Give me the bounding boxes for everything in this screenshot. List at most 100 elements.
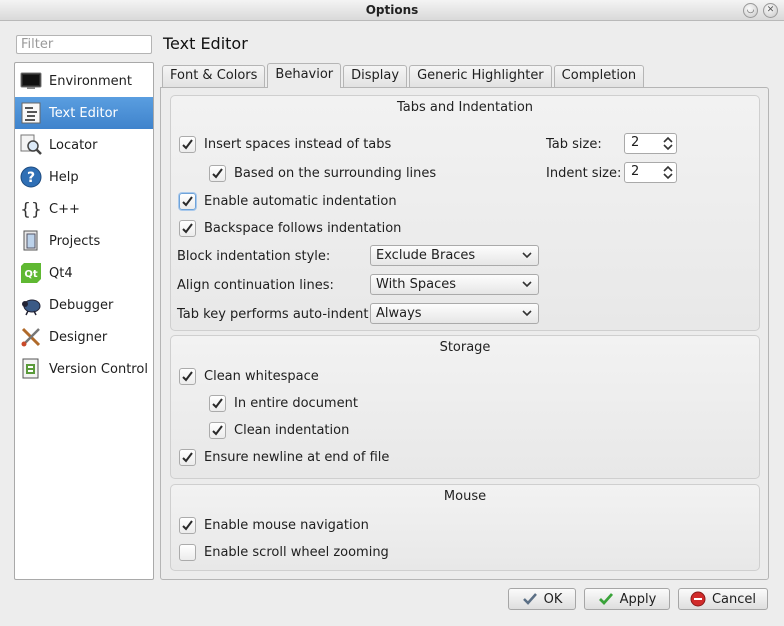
sidebar-item-designer[interactable]: Designer bbox=[15, 321, 153, 353]
scroll-zoom-checkbox[interactable] bbox=[179, 543, 196, 561]
continuation-dropdown[interactable]: With Spaces bbox=[370, 274, 539, 295]
insert-spaces-checkbox[interactable] bbox=[179, 135, 196, 153]
sidebar-item-locator[interactable]: Locator bbox=[15, 129, 153, 161]
clean-indentation-checkbox[interactable] bbox=[209, 421, 226, 439]
monitor-icon bbox=[19, 69, 43, 93]
insert-spaces-label: Insert spaces instead of tabs bbox=[204, 136, 392, 152]
svg-text:Qt: Qt bbox=[24, 269, 38, 280]
magnifier-icon bbox=[19, 133, 43, 157]
entire-document-checkbox[interactable] bbox=[209, 394, 226, 412]
backspace-indent-label: Backspace follows indentation bbox=[204, 220, 402, 236]
indent-size-label: Indent size: bbox=[546, 165, 622, 181]
storage-group: Storage Clean whitespace In entire docum… bbox=[170, 335, 760, 479]
tab-size-label: Tab size: bbox=[546, 136, 602, 152]
tab-behavior[interactable]: Behavior bbox=[267, 63, 342, 88]
sidebar-item-version-control[interactable]: Version Control bbox=[15, 353, 153, 385]
mouse-navigation-label: Enable mouse navigation bbox=[204, 517, 369, 533]
ok-label: OK bbox=[543, 591, 563, 607]
checkmark-icon bbox=[182, 370, 193, 382]
group-title: Mouse bbox=[443, 489, 487, 504]
checkmark-icon bbox=[212, 167, 223, 179]
insert-spaces-row: Insert spaces instead of tabs bbox=[179, 134, 391, 154]
svg-text:{}: {} bbox=[20, 200, 42, 220]
based-on-surrounding-row: Based on the surrounding lines bbox=[209, 163, 436, 183]
checkmark-icon bbox=[182, 222, 193, 234]
apply-button[interactable]: Apply bbox=[584, 588, 670, 610]
tab-bar: Font & Colors Behavior Display Generic H… bbox=[162, 63, 646, 88]
clean-indentation-row: Clean indentation bbox=[209, 420, 349, 440]
based-on-surrounding-label: Based on the surrounding lines bbox=[234, 165, 437, 181]
clean-indentation-label: Clean indentation bbox=[234, 422, 350, 438]
cancel-label: Cancel bbox=[711, 591, 757, 607]
auto-indent-label: Enable automatic indentation bbox=[204, 193, 397, 209]
auto-indent-row: Enable automatic indentation bbox=[179, 191, 397, 211]
spin-arrows-icon bbox=[663, 136, 673, 151]
designer-brush-icon bbox=[19, 325, 43, 349]
tab-key-label: Tab key performs auto-indent: bbox=[177, 306, 373, 322]
sidebar-item-help[interactable]: ? Help bbox=[15, 161, 153, 193]
auto-indent-checkbox[interactable] bbox=[179, 192, 196, 210]
entire-document-row: In entire document bbox=[209, 393, 358, 413]
minimize-icon[interactable]: ◡ bbox=[743, 3, 758, 18]
behavior-panel: Tabs and Indentation Insert spaces inste… bbox=[160, 87, 769, 580]
sidebar-item-environment[interactable]: Environment bbox=[15, 65, 153, 97]
filter-input[interactable] bbox=[16, 35, 152, 54]
ensure-newline-checkbox[interactable] bbox=[179, 448, 196, 466]
entire-document-label: In entire document bbox=[234, 395, 358, 411]
scroll-zoom-row: Enable scroll wheel zooming bbox=[179, 542, 389, 562]
category-list: Environment Text Editor Locator ? Help {… bbox=[14, 62, 154, 580]
sidebar-item-projects[interactable]: Projects bbox=[15, 225, 153, 257]
checkmark-icon bbox=[182, 195, 193, 207]
svg-text:?: ? bbox=[27, 170, 35, 186]
clean-whitespace-label: Clean whitespace bbox=[204, 368, 319, 384]
tab-key-dropdown[interactable]: Always bbox=[370, 303, 539, 324]
cancel-button[interactable]: Cancel bbox=[678, 588, 768, 610]
tab-key-value: Always bbox=[376, 306, 422, 321]
chevron-down-icon bbox=[522, 281, 532, 288]
sidebar-item-cpp[interactable]: {} C++ bbox=[15, 193, 153, 225]
scroll-zoom-label: Enable scroll wheel zooming bbox=[204, 544, 389, 560]
sidebar-item-text-editor[interactable]: Text Editor bbox=[15, 97, 153, 129]
sidebar-item-label: Locator bbox=[49, 137, 98, 153]
tab-display[interactable]: Display bbox=[343, 65, 408, 87]
indent-size-spinbox[interactable]: 2 bbox=[624, 162, 677, 183]
clean-whitespace-checkbox[interactable] bbox=[179, 367, 196, 385]
block-style-dropdown[interactable]: Exclude Braces bbox=[370, 245, 539, 266]
version-control-icon bbox=[19, 357, 43, 381]
sidebar-item-qt4[interactable]: Qt Qt4 bbox=[15, 257, 153, 289]
page-title: Text Editor bbox=[163, 34, 248, 53]
clean-whitespace-row: Clean whitespace bbox=[179, 366, 319, 386]
tab-font-colors[interactable]: Font & Colors bbox=[162, 65, 266, 87]
ensure-newline-row: Ensure newline at end of file bbox=[179, 447, 389, 467]
based-on-surrounding-checkbox[interactable] bbox=[209, 164, 226, 182]
qt-logo-icon: Qt bbox=[19, 261, 43, 285]
tab-size-spinbox[interactable]: 2 bbox=[624, 133, 677, 154]
tabs-indentation-group: Tabs and Indentation Insert spaces inste… bbox=[170, 95, 760, 331]
tab-generic-highlighter[interactable]: Generic Highlighter bbox=[409, 65, 552, 87]
close-icon[interactable]: ✕ bbox=[763, 3, 778, 18]
window-title: Options bbox=[365, 3, 419, 17]
bug-icon bbox=[19, 293, 43, 317]
spin-arrows-icon bbox=[663, 165, 673, 180]
sidebar-item-debugger[interactable]: Debugger bbox=[15, 289, 153, 321]
checkmark-icon bbox=[182, 519, 193, 531]
tab-size-value: 2 bbox=[631, 135, 640, 150]
tab-completion[interactable]: Completion bbox=[553, 65, 645, 87]
block-style-value: Exclude Braces bbox=[376, 248, 476, 263]
mouse-navigation-row: Enable mouse navigation bbox=[179, 515, 369, 535]
mouse-navigation-checkbox[interactable] bbox=[179, 516, 196, 534]
title-bar: Options ◡ ✕ bbox=[0, 0, 784, 21]
ok-button[interactable]: OK bbox=[508, 588, 576, 610]
block-style-label: Block indentation style: bbox=[177, 248, 331, 264]
sidebar-item-label: Projects bbox=[49, 233, 101, 249]
checkmark-icon bbox=[182, 138, 193, 150]
group-title: Storage bbox=[439, 340, 491, 355]
group-title: Tabs and Indentation bbox=[396, 100, 534, 115]
mouse-group: Mouse Enable mouse navigation Enable scr… bbox=[170, 484, 760, 571]
sidebar-item-label: Text Editor bbox=[49, 105, 118, 121]
sidebar-item-label: Debugger bbox=[49, 297, 114, 313]
chevron-down-icon bbox=[522, 310, 532, 317]
continuation-label: Align continuation lines: bbox=[177, 277, 334, 293]
backspace-indent-checkbox[interactable] bbox=[179, 219, 196, 237]
ensure-newline-label: Ensure newline at end of file bbox=[204, 449, 390, 465]
